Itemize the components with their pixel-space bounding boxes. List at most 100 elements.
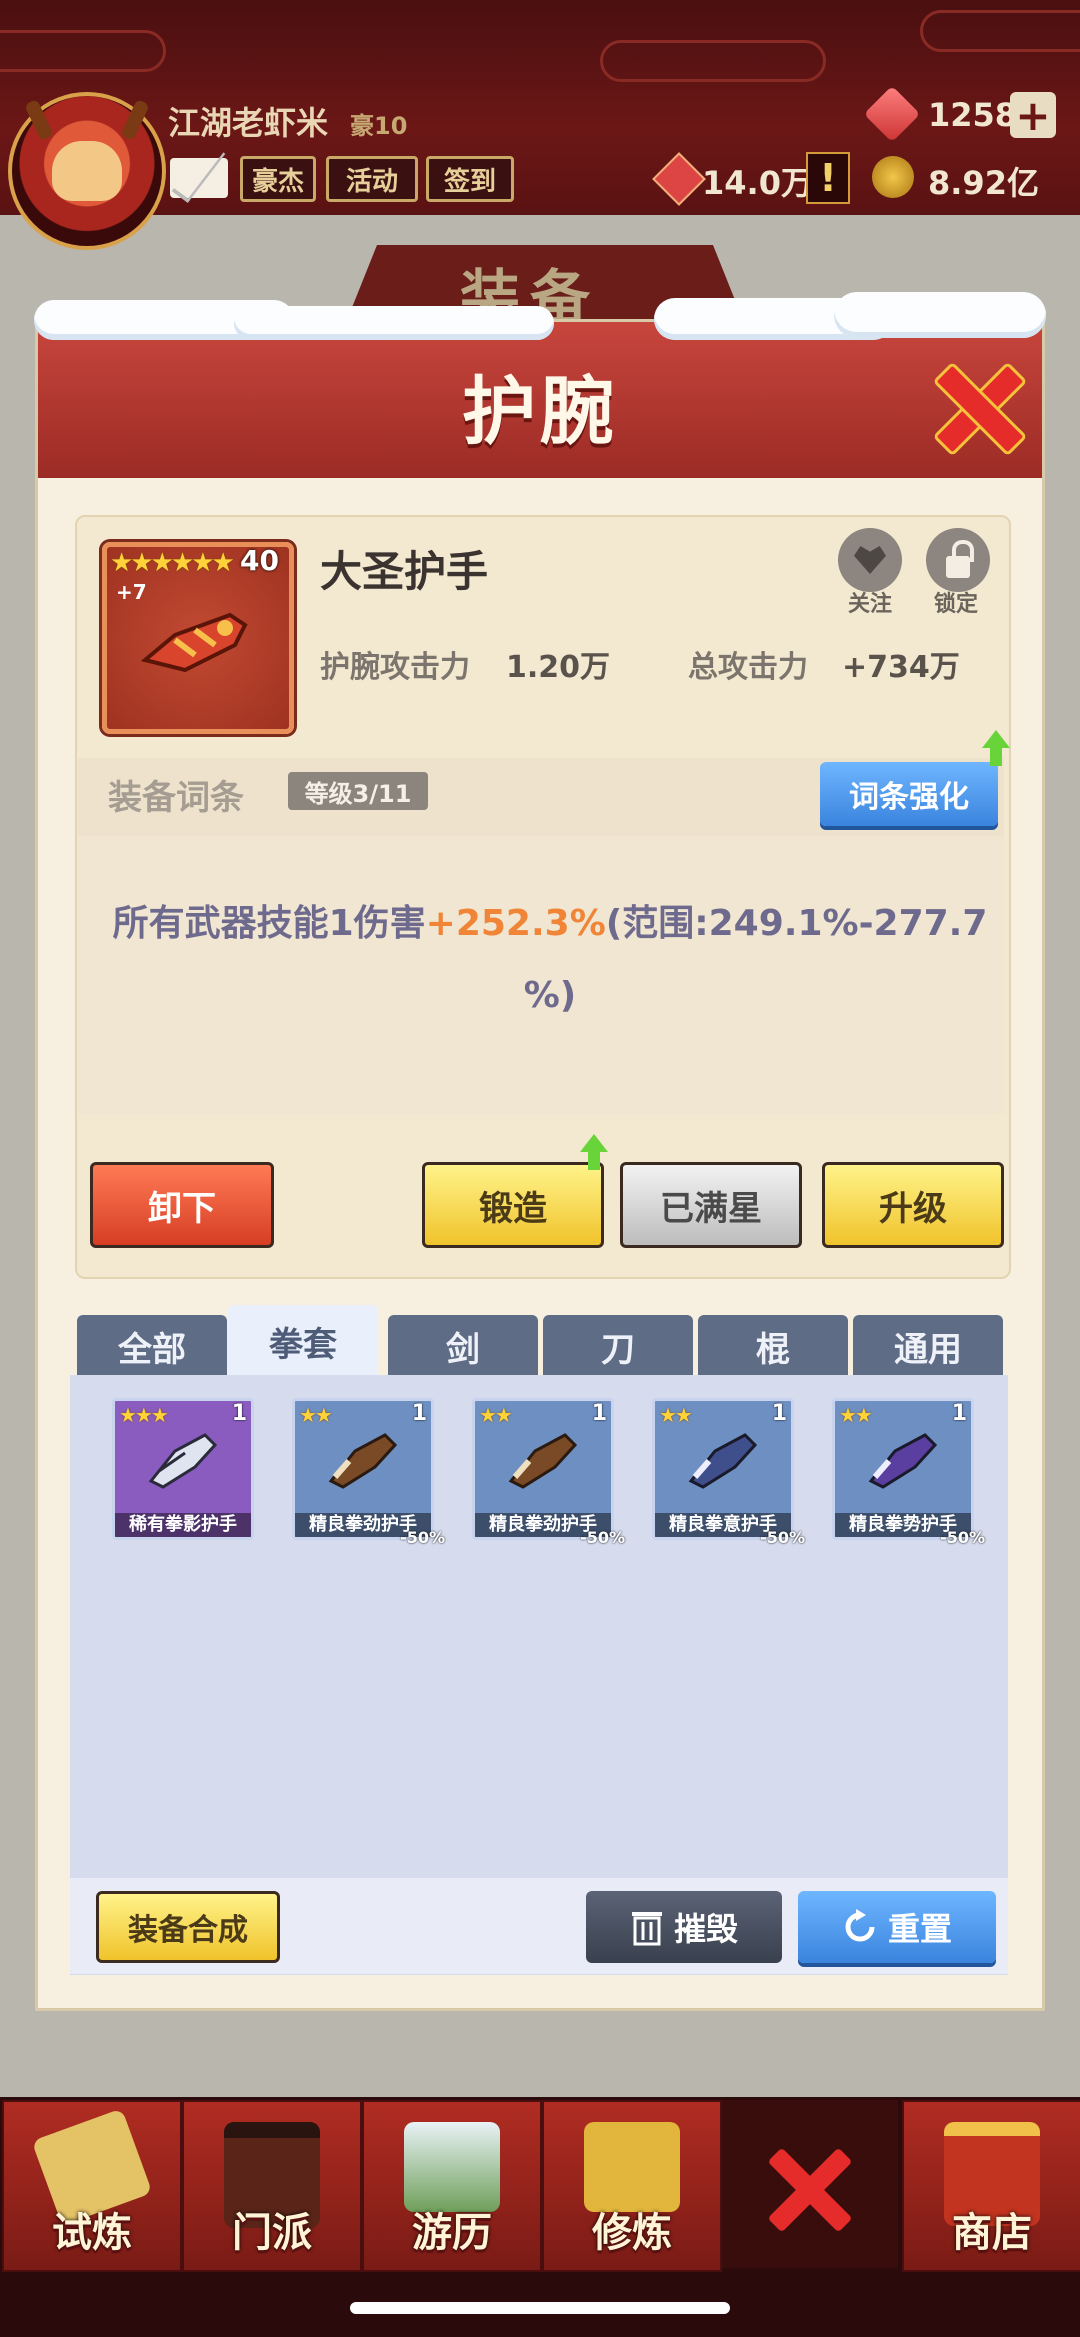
tab-staff[interactable]: 棍 bbox=[698, 1315, 848, 1377]
gauntlet-icon bbox=[328, 1433, 398, 1489]
add-gems-button[interactable]: + bbox=[1010, 91, 1056, 140]
trash-icon bbox=[631, 1912, 662, 1946]
slot-count: 1 bbox=[771, 1401, 787, 1426]
cloud-ornament bbox=[0, 30, 166, 72]
cloud-ornament bbox=[920, 10, 1080, 52]
nav-cultivate[interactable]: 修炼 bbox=[542, 2100, 722, 2272]
tab-gauntlet[interactable]: 拳套 bbox=[228, 1305, 378, 1377]
snow-decoration bbox=[34, 292, 1046, 342]
slot-stars: ★★ bbox=[299, 1403, 333, 1427]
nav-sect[interactable]: 门派 bbox=[182, 2100, 362, 2272]
inventory-slot[interactable]: ★★ 1 精良拳劲护手 -50% bbox=[472, 1398, 625, 1547]
lock-button[interactable] bbox=[926, 528, 990, 592]
nav-shop[interactable]: 商店 bbox=[902, 2100, 1080, 2272]
player-rank: 豪10 bbox=[350, 112, 408, 140]
antler-icon bbox=[24, 98, 54, 142]
events-button[interactable]: 活动 bbox=[326, 156, 418, 202]
slot-count: 1 bbox=[591, 1401, 607, 1426]
nav-close[interactable] bbox=[722, 2100, 898, 2268]
unequip-button[interactable]: 卸下 bbox=[90, 1162, 274, 1248]
nav-label: 门派 bbox=[232, 2210, 312, 2256]
dialog-title: 护腕 bbox=[462, 369, 618, 455]
checkin-button[interactable]: 签到 bbox=[426, 156, 514, 202]
reset-button[interactable]: 重置 bbox=[798, 1891, 996, 1963]
nav-label: 修炼 bbox=[592, 2210, 672, 2256]
slot-stars: ★★ bbox=[839, 1403, 873, 1427]
slot-count: 1 bbox=[411, 1401, 427, 1426]
heart-icon bbox=[854, 546, 886, 574]
coin-icon bbox=[872, 156, 914, 198]
tab-general[interactable]: 通用 bbox=[853, 1315, 1003, 1377]
affix-range-tail: %) bbox=[523, 975, 577, 1016]
nav-travel[interactable]: 游历 bbox=[362, 2100, 542, 2272]
bracer-icon bbox=[140, 612, 248, 673]
mascot-face bbox=[52, 141, 122, 201]
total-attack-label: 总攻击力 bbox=[688, 650, 808, 685]
gauntlet-icon bbox=[868, 1433, 938, 1489]
slot-discount: -50% bbox=[580, 1528, 625, 1547]
inventory-slot[interactable]: ★★ 1 精良拳势护手 -50% bbox=[832, 1398, 985, 1547]
player-name: 江湖老虾米 bbox=[168, 104, 329, 142]
slot-discount: -50% bbox=[400, 1528, 445, 1547]
nav-label: 游历 bbox=[412, 2210, 492, 2256]
gem-count: 1258 bbox=[928, 96, 1018, 134]
tab-sword[interactable]: 剑 bbox=[388, 1315, 538, 1377]
bracer-attack-value: 1.20万 bbox=[506, 650, 611, 685]
tab-all[interactable]: 全部 bbox=[77, 1315, 227, 1377]
inventory-slot[interactable]: ★★ 1 精良拳劲护手 -50% bbox=[292, 1398, 445, 1547]
item-stars: ★★★★★★ bbox=[110, 548, 235, 578]
lock-label: 锁定 bbox=[934, 592, 979, 617]
tab-blade[interactable]: 刀 bbox=[543, 1315, 693, 1377]
refresh-icon bbox=[845, 1909, 875, 1942]
affix-value: +252.3% bbox=[425, 903, 606, 944]
alert-icon[interactable]: ! bbox=[806, 152, 850, 204]
forge-button[interactable]: 锻造 bbox=[422, 1162, 604, 1248]
heroes-button[interactable]: 豪杰 bbox=[240, 156, 316, 202]
gauntlet-icon bbox=[148, 1433, 218, 1489]
power-value: 14.0万 bbox=[702, 164, 813, 202]
upgrade-arrow-icon bbox=[580, 1134, 608, 1170]
inventory-slot[interactable]: ★★★ 1 稀有拳影护手 bbox=[112, 1398, 254, 1540]
affix-title: 装备词条 bbox=[108, 778, 244, 818]
slot-discount: -50% bbox=[940, 1528, 985, 1547]
affix-description: 所有武器技能1伤害+252.3%(范围:249.1%-277.7%) bbox=[110, 888, 990, 1032]
upgrade-button[interactable]: 升级 bbox=[822, 1162, 1004, 1248]
home-indicator[interactable] bbox=[350, 2302, 730, 2314]
item-name: 大圣护手 bbox=[320, 547, 489, 596]
follow-label: 关注 bbox=[848, 592, 893, 617]
total-attack-value: +734万 bbox=[842, 650, 960, 685]
affix-text: 所有武器技能1伤害 bbox=[112, 903, 426, 944]
affix-enhance-button[interactable]: 词条强化 bbox=[820, 762, 998, 826]
max-star-button[interactable]: 已满星 bbox=[620, 1162, 802, 1248]
slot-discount: -50% bbox=[760, 1528, 805, 1547]
affix-range: (范围:249.1%-277.7 bbox=[605, 903, 988, 944]
nav-label: 商店 bbox=[952, 2210, 1032, 2256]
mail-icon[interactable] bbox=[170, 158, 228, 198]
item-level: 40 bbox=[240, 544, 279, 577]
destroy-button[interactable]: 摧毁 bbox=[586, 1891, 782, 1963]
compose-button[interactable]: 装备合成 bbox=[96, 1891, 280, 1963]
bracer-attack-label: 护腕攻击力 bbox=[320, 650, 470, 685]
slot-stars: ★★ bbox=[659, 1403, 693, 1427]
reset-label: 重置 bbox=[887, 1910, 952, 1948]
inventory-slot[interactable]: ★★ 1 精良拳意护手 -50% bbox=[652, 1398, 805, 1547]
nav-trial[interactable]: 试炼 bbox=[2, 2100, 182, 2272]
slot-count: 1 bbox=[951, 1401, 967, 1426]
upgrade-arrow-icon bbox=[982, 730, 1010, 766]
nav-label: 试炼 bbox=[52, 2210, 132, 2256]
gauntlet-icon bbox=[688, 1433, 758, 1489]
slot-count: 1 bbox=[231, 1401, 247, 1426]
slot-stars: ★★ bbox=[479, 1403, 513, 1427]
mountain-icon bbox=[404, 2122, 500, 2212]
cloud-ornament bbox=[600, 40, 826, 82]
affix-level-badge: 等级3/11 bbox=[288, 772, 428, 810]
slot-name: 稀有拳影护手 bbox=[115, 1513, 251, 1537]
gauntlet-icon bbox=[508, 1433, 578, 1489]
destroy-label: 摧毁 bbox=[673, 1910, 738, 1948]
book-icon bbox=[584, 2122, 680, 2212]
coin-count: 8.92亿 bbox=[928, 164, 1039, 202]
player-avatar[interactable] bbox=[8, 92, 166, 250]
antler-icon bbox=[120, 98, 150, 142]
follow-button[interactable] bbox=[838, 528, 902, 592]
close-button[interactable] bbox=[930, 360, 1028, 457]
